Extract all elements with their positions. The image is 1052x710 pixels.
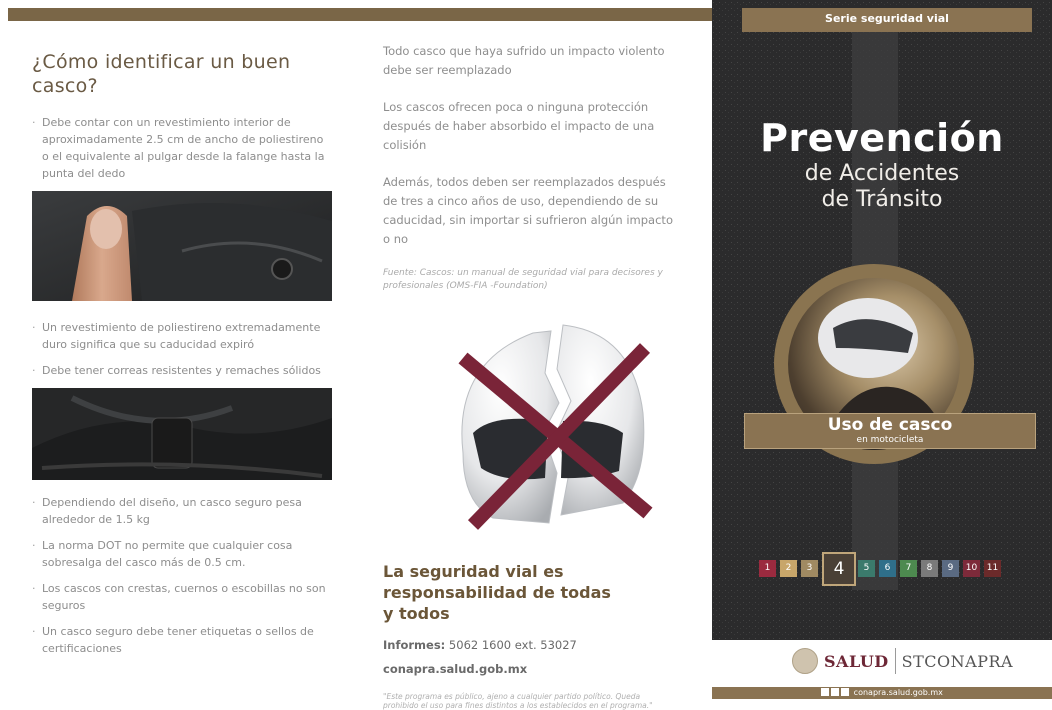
broken-helmet-illustration (433, 303, 673, 553)
cover-title: Prevención (760, 116, 1004, 160)
informes-line: Informes: 5062 1600 ext. 53027 (383, 638, 683, 652)
facebook-icon[interactable] (821, 688, 830, 696)
thumb-helmet-liner-photo (32, 191, 332, 301)
slogan: La seguridad vial es responsabilidad de … (383, 562, 611, 623)
logo-divider (894, 648, 896, 674)
stconapra-logo: STCONAPRA (901, 651, 1014, 671)
scale-number: 3 (801, 560, 818, 577)
scale-number: 2 (780, 560, 797, 577)
footer-website[interactable]: conapra.salud.gob.mx (854, 688, 943, 697)
left-title: ¿Cómo identificar un buen casco? (32, 51, 291, 97)
informes-label: Informes: (383, 638, 446, 652)
straps-photo-graphic (32, 388, 332, 480)
cover-panel: Serie seguridad vial Prevención de Accid… (712, 0, 1052, 640)
youtube-icon[interactable] (841, 688, 850, 696)
bullet-item: Un casco seguro debe tener etiquetas o s… (32, 623, 332, 657)
helmet-straps-photo (32, 388, 332, 480)
bullet-item: Los cascos con crestas, cuernos o escobi… (32, 580, 332, 614)
paragraph: Además, todos deben ser reemplazados des… (383, 175, 673, 246)
topic-subtitle: en motocicleta (856, 435, 924, 445)
source-note: Fuente: Cascos: un manual de seguridad v… (383, 268, 663, 291)
bullet-item: Dependiendo del diseño, un casco seguro … (32, 494, 332, 528)
series-label: Serie seguridad vial (825, 12, 949, 25)
left-column: ¿Cómo identificar un buen casco? Debe co… (32, 50, 332, 666)
informes-phone: 5062 1600 ext. 53027 (445, 638, 577, 652)
top-band-fill (8, 8, 712, 21)
paragraph: Todo casco que haya sufrido un impacto v… (383, 44, 665, 77)
cover-subtitle-2: de Tránsito (821, 187, 943, 212)
scale-number: 6 (879, 560, 896, 577)
scale-number: 7 (900, 560, 917, 577)
scale-number: 8 (921, 560, 938, 577)
bullet-item: La norma DOT no permite que cualquier co… (32, 537, 332, 571)
scale-number: 5 (858, 560, 875, 577)
twitter-icon[interactable] (831, 688, 840, 696)
footer-bar: conapra.salud.gob.mx (712, 687, 1052, 699)
scale-number: 1 (759, 560, 776, 577)
bullet-item: Debe tener correas resistentes y remache… (32, 362, 332, 379)
topic-title: Uso de casco (827, 415, 953, 435)
thumb-photo-graphic (32, 191, 332, 301)
bullet-item: Un revestimiento de poliestireno extrema… (32, 319, 332, 353)
logos: SALUD STCONAPRA (792, 648, 1013, 674)
disclaimer: "Este programa es público, ajeno a cualq… (383, 692, 653, 710)
top-band (0, 0, 712, 21)
scale-number: 11 (984, 560, 1001, 577)
topic-band: Uso de casco en motocicleta (744, 413, 1036, 449)
scale-current-number: 4 (822, 552, 856, 586)
scale-number: 9 (942, 560, 959, 577)
national-seal-icon (792, 648, 818, 674)
bullet-item: Debe contar con un revestimiento interio… (32, 114, 332, 182)
salud-logo: SALUD (824, 651, 889, 671)
middle-column: Todo casco que haya sufrido un impacto v… (383, 42, 683, 710)
paragraph: Los cascos ofrecen poca o ninguna protec… (383, 100, 655, 152)
series-band: Serie seguridad vial (742, 8, 1032, 32)
website-link[interactable]: conapra.salud.gob.mx (383, 662, 683, 676)
broken-helmet-graphic (458, 324, 653, 530)
footer: SALUD STCONAPRA conapra.salud.gob.mx (712, 640, 1052, 699)
cover-subtitle-1: de Accidentes (804, 161, 960, 186)
scale-number: 10 (963, 560, 980, 577)
